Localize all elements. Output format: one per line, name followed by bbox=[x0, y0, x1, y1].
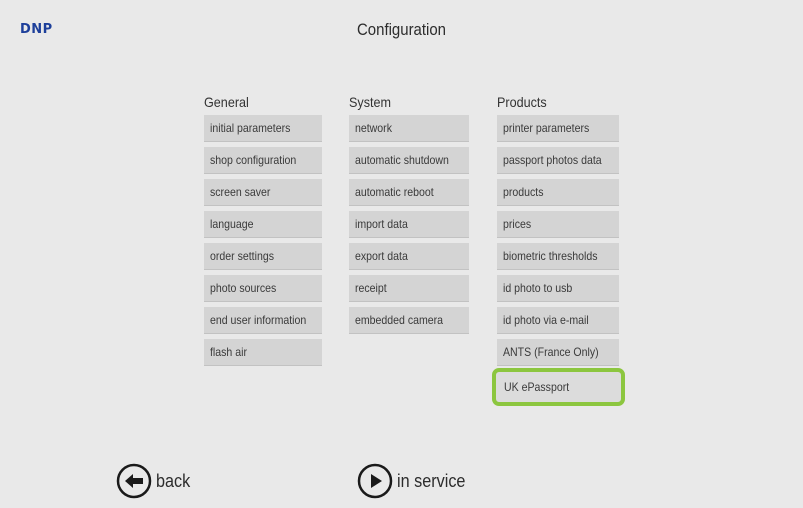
flash-air-button[interactable]: flash air bbox=[204, 339, 322, 366]
network-button[interactable]: network bbox=[349, 115, 469, 142]
printer-parameters-button[interactable]: printer parameters bbox=[497, 115, 619, 142]
ants-france-only-button[interactable]: ANTS (France Only) bbox=[497, 339, 619, 366]
embedded-camera-button[interactable]: embedded camera bbox=[349, 307, 469, 334]
passport-photos-data-button[interactable]: passport photos data bbox=[497, 147, 619, 174]
play-circle-icon bbox=[357, 463, 393, 499]
prices-button[interactable]: prices bbox=[497, 211, 619, 238]
products-button[interactable]: products bbox=[497, 179, 619, 206]
general-heading: General bbox=[204, 94, 249, 110]
in-service-button[interactable]: in service bbox=[357, 463, 473, 499]
uk-epassport-button[interactable]: UK ePassport bbox=[492, 368, 625, 406]
general-column: General initial parameters shop configur… bbox=[204, 93, 322, 371]
end-user-information-button[interactable]: end user information bbox=[204, 307, 322, 334]
configuration-screen: DNP Configuration General initial parame… bbox=[0, 0, 803, 508]
language-button[interactable]: language bbox=[204, 211, 322, 238]
system-heading: System bbox=[349, 94, 392, 110]
receipt-button[interactable]: receipt bbox=[349, 275, 469, 302]
screen-saver-button[interactable]: screen saver bbox=[204, 179, 322, 206]
biometric-thresholds-button[interactable]: biometric thresholds bbox=[497, 243, 619, 270]
export-data-button[interactable]: export data bbox=[349, 243, 469, 270]
photo-sources-button[interactable]: photo sources bbox=[204, 275, 322, 302]
id-photo-to-usb-button[interactable]: id photo to usb bbox=[497, 275, 619, 302]
arrow-left-circle-icon bbox=[116, 463, 152, 499]
shop-configuration-button[interactable]: shop configuration bbox=[204, 147, 322, 174]
in-service-label: in service bbox=[397, 470, 466, 491]
back-button[interactable]: back bbox=[116, 463, 194, 499]
system-column: System network automatic shutdown automa… bbox=[349, 93, 469, 339]
import-data-button[interactable]: import data bbox=[349, 211, 469, 238]
automatic-reboot-button[interactable]: automatic reboot bbox=[349, 179, 469, 206]
id-photo-via-email-button[interactable]: id photo via e-mail bbox=[497, 307, 619, 334]
initial-parameters-button[interactable]: initial parameters bbox=[204, 115, 322, 142]
products-column: Products printer parameters passport pho… bbox=[492, 93, 625, 411]
order-settings-button[interactable]: order settings bbox=[204, 243, 322, 270]
automatic-shutdown-button[interactable]: automatic shutdown bbox=[349, 147, 469, 174]
products-heading: Products bbox=[497, 94, 547, 110]
page-title: Configuration bbox=[357, 20, 446, 39]
back-label: back bbox=[156, 470, 191, 491]
